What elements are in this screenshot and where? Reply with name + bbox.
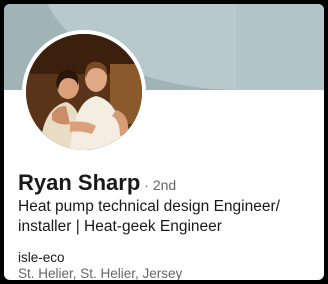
avatar-photo bbox=[26, 34, 142, 150]
profile-location: St. Helier, St. Helier, Jersey bbox=[18, 266, 183, 280]
connection-degree: · 2nd bbox=[144, 177, 177, 193]
profile-headline: Heat pump technical design Engineer/ ins… bbox=[18, 198, 280, 235]
profile-name[interactable]: Ryan Sharp bbox=[18, 170, 140, 196]
current-company[interactable]: isle-eco bbox=[18, 250, 65, 265]
banner-block-shape bbox=[236, 4, 324, 90]
name-row: Ryan Sharp · 2nd bbox=[18, 170, 176, 196]
profile-avatar[interactable] bbox=[22, 30, 146, 154]
profile-card: Ryan Sharp · 2nd Heat pump technical des… bbox=[4, 4, 324, 280]
